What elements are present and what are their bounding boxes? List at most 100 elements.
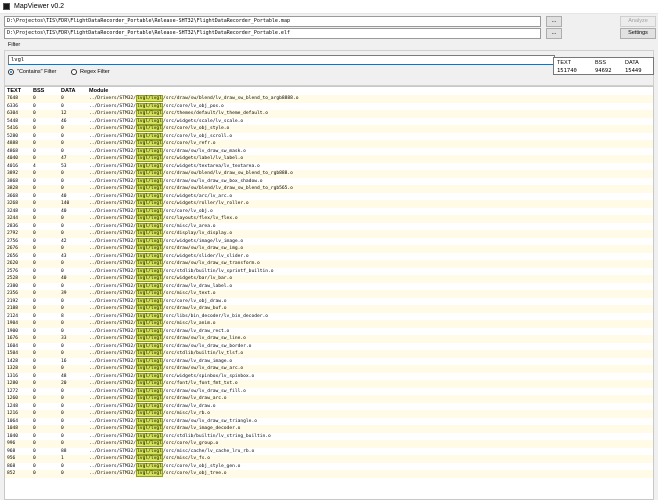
cell-data: 0 [61,103,64,109]
module-prefix: ../Drivers/STM32/ [89,238,137,244]
table-row[interactable]: 2356 0 39 ../Drivers/STM32/lvgl/lvgl/src/mi… [5,290,653,298]
total-text-value: 151740 [557,68,577,74]
table-row[interactable]: 1048 0 0 ../Drivers/STM32/lvgl/lvgl/src/dra… [5,425,653,433]
table-row[interactable]: 2792 0 0 ../Drivers/STM32/lvgl/lvgl/src/dis… [5,230,653,238]
table-row[interactable]: 7648 0 0 ../Drivers/STM32/lvgl/lvgl/src/dra… [5,95,653,103]
browse-elf-button[interactable]: ... [546,28,562,39]
table-row[interactable]: 1328 0 0 ../Drivers/STM32/lvgl/lvgl/src/dra… [5,365,653,373]
table-row[interactable]: 2676 0 0 ../Drivers/STM32/lvgl/lvgl/src/dra… [5,245,653,253]
cell-bss: 0 [33,306,36,311]
table-row[interactable]: 2188 0 0 ../Drivers/STM32/lvgl/lvgl/src/dra… [5,305,653,313]
cell-data: 20 [61,381,67,386]
table-row[interactable]: 1900 0 0 ../Drivers/STM32/lvgl/lvgl/src/dra… [5,327,653,335]
table-row[interactable]: 3268 0 140 ../Drivers/STM32/lvgl/lvgl/src/w… [5,200,653,208]
contains-filter-radio[interactable]: "Contains" Filter [8,68,56,76]
cell-text: 3828 [7,186,19,191]
table-row[interactable]: 3868 0 0 ../Drivers/STM32/lvgl/lvgl/src/dra… [5,177,653,185]
table-row[interactable]: 3248 0 40 ../Drivers/STM32/lvgl/lvgl/src/co… [5,207,653,215]
table-row[interactable]: 5280 0 0 ../Drivers/STM32/lvgl/lvgl/src/cor… [5,132,653,140]
cell-module: ../Drivers/STM32/lvgl/lvgl/src/draw/sw/l… [89,417,653,426]
cell-module: ../Drivers/STM32/lvgl/lvgl/src/draw/lv_d… [89,402,653,411]
table-row[interactable]: 1040 0 0 ../Drivers/STM32/lvgl/lvgl/src/std… [5,432,653,440]
cell-data: 0 [61,366,64,371]
table-row[interactable]: 1316 0 48 ../Drivers/STM32/lvgl/lvgl/src/wi… [5,372,653,380]
cell-module: ../Drivers/STM32/lvgl/lvgl/src/core/lv_o… [89,125,653,133]
module-suffix: /src/misc/lv_fs.o [162,456,210,461]
table-row[interactable]: 2192 0 0 ../Drivers/STM32/lvgl/lvgl/src/cor… [5,297,653,305]
table-row[interactable]: 6336 0 0 ../Drivers/STM32/lvgl/lvgl/src/cor… [5,102,653,110]
table-row[interactable]: 5448 0 46 ../Drivers/STM32/lvgl/lvgl/src/wi… [5,117,653,125]
table-row[interactable]: 3828 0 0 ../Drivers/STM32/lvgl/lvgl/src/dra… [5,185,653,193]
module-prefix: ../Drivers/STM32/ [89,283,137,289]
table-row[interactable]: 2576 0 0 ../Drivers/STM32/lvgl/lvgl/src/std… [5,267,653,275]
cell-bss: 0 [33,111,36,116]
elf-path-input[interactable]: D:\Projectos\TIS\FDR\FlightDataRecorder_… [4,28,541,39]
table-row[interactable]: 5416 0 0 ../Drivers/STM32/lvgl/lvgl/src/cor… [5,125,653,133]
module-suffix: /src/themes/default/lv_theme_default.o [162,111,269,116]
table-row[interactable]: 1504 0 0 ../Drivers/STM32/lvgl/lvgl/src/std… [5,350,653,358]
table-row[interactable]: 1216 0 0 ../Drivers/STM32/lvgl/lvgl/src/mis… [5,410,653,418]
table-row[interactable]: 2124 0 8 ../Drivers/STM32/lvgl/lvgl/src/lib… [5,312,653,320]
cell-data: 0 [61,246,64,251]
table-row[interactable]: 4868 0 0 ../Drivers/STM32/lvgl/lvgl/src/dra… [5,147,653,155]
filter-tab[interactable]: Filter [4,40,34,50]
table-row[interactable]: 868 0 0 ../Drivers/STM32/lvgl/lvgl/src/core… [5,462,653,470]
filter-match-highlight: lvgl/lvgl [136,245,163,252]
table-row[interactable]: 3892 0 0 ../Drivers/STM32/lvgl/lvgl/src/dra… [5,170,653,178]
table-row[interactable]: 4016 4 53 ../Drivers/STM32/lvgl/lvgl/src/wi… [5,162,653,170]
table-row[interactable]: 1064 0 0 ../Drivers/STM32/lvgl/lvgl/src/dra… [5,417,653,426]
cell-module: ../Drivers/STM32/lvgl/lvgl/src/core/lv_r… [89,140,653,148]
table-row[interactable]: 6304 0 12 ../Drivers/STM32/lvgl/lvgl/src/th… [5,110,653,118]
module-prefix: ../Drivers/STM32/ [89,276,137,281]
cell-text: 1048 [7,426,19,431]
column-header-text[interactable]: TEXT [5,87,33,95]
regex-filter-radio[interactable]: Regex Filter [71,68,110,76]
table-row[interactable]: 4040 0 47 ../Drivers/STM32/lvgl/lvgl/src/wi… [5,155,653,163]
table-row[interactable]: 956 0 1 ../Drivers/STM32/lvgl/lvgl/src/misc… [5,455,653,463]
cell-module: ../Drivers/STM32/lvgl/lvgl/src/layouts/f… [89,215,653,223]
table-row[interactable]: 1280 0 20 ../Drivers/STM32/lvgl/lvgl/src/fo… [5,380,653,388]
title-bar: MapViewer v0.2 [0,0,658,14]
cell-text: 2528 [7,276,19,281]
column-header-data[interactable]: DATA [61,87,89,95]
table-row[interactable]: 1260 0 0 ../Drivers/STM32/lvgl/lvgl/src/dra… [5,395,653,403]
table-row[interactable]: 996 0 0 ../Drivers/STM32/lvgl/lvgl/src/core… [5,440,653,448]
table-row[interactable]: 1272 0 0 ../Drivers/STM32/lvgl/lvgl/src/dra… [5,387,653,395]
module-prefix: ../Drivers/STM32/ [89,396,137,401]
table-row[interactable]: 3668 0 40 ../Drivers/STM32/lvgl/lvgl/src/wi… [5,192,653,200]
cell-data: 0 [61,471,64,476]
table-row[interactable]: 2528 0 40 ../Drivers/STM32/lvgl/lvgl/src/wi… [5,275,653,283]
table-row[interactable]: 1604 0 0 ../Drivers/STM32/lvgl/lvgl/src/dra… [5,342,653,350]
table-row[interactable]: 4888 0 0 ../Drivers/STM32/lvgl/lvgl/src/cor… [5,140,653,148]
filter-input[interactable]: lvgl [8,55,555,65]
table-row[interactable]: 2620 0 0 ../Drivers/STM32/lvgl/lvgl/src/dra… [5,260,653,268]
filter-match-highlight: lvgl/lvgl [136,162,163,170]
column-header-module[interactable]: Module [89,87,653,95]
module-suffix: /src/draw/lv_image_decoder.o [162,426,241,431]
column-header-bss[interactable]: BSS [33,87,61,95]
table-row[interactable]: 2836 0 0 ../Drivers/STM32/lvgl/lvgl/src/mis… [5,222,653,230]
table-row[interactable]: 1676 0 33 ../Drivers/STM32/lvgl/lvgl/src/dr… [5,335,653,343]
table-row[interactable]: 852 0 0 ../Drivers/STM32/lvgl/lvgl/src/core… [5,470,653,478]
table-row[interactable]: 1248 0 0 ../Drivers/STM32/lvgl/lvgl/src/dra… [5,402,653,411]
table-row[interactable]: 2756 0 42 ../Drivers/STM32/lvgl/lvgl/src/wi… [5,237,653,245]
table-row[interactable]: 2656 0 43 ../Drivers/STM32/lvgl/lvgl/src/wi… [5,252,653,260]
cell-bss: 0 [33,336,36,341]
module-prefix: ../Drivers/STM32/ [89,418,137,424]
cell-data: 0 [61,328,64,334]
browse-map-button[interactable]: ... [546,16,562,27]
cell-module: ../Drivers/STM32/lvgl/lvgl/src/core/lv_g… [89,440,653,448]
cell-text: 1280 [7,381,19,386]
total-bss-header: BSS [595,60,607,66]
module-prefix: ../Drivers/STM32/ [89,403,137,409]
map-path-input[interactable]: D:\Projectos\TIS\FDR\FlightDataRecorder_… [4,16,541,27]
table-row[interactable]: 968 0 88 ../Drivers/STM32/lvgl/lvgl/src/mis… [5,447,653,455]
table-row[interactable]: 1904 0 0 ../Drivers/STM32/lvgl/lvgl/src/mis… [5,320,653,328]
table-row[interactable]: 3244 0 0 ../Drivers/STM32/lvgl/lvgl/src/lay… [5,215,653,223]
table-row[interactable]: 2380 0 0 ../Drivers/STM32/lvgl/lvgl/src/dra… [5,282,653,290]
module-suffix: /src/libs/bin_decoder/lv_bin_decoder.o [162,313,269,319]
settings-button[interactable]: Settings [620,28,656,39]
table-row[interactable]: 1428 0 16 ../Drivers/STM32/lvgl/lvgl/src/dr… [5,357,653,365]
analyze-button[interactable]: Analyze [620,16,656,27]
module-suffix: /src/core/lv_refr.o [162,141,216,146]
